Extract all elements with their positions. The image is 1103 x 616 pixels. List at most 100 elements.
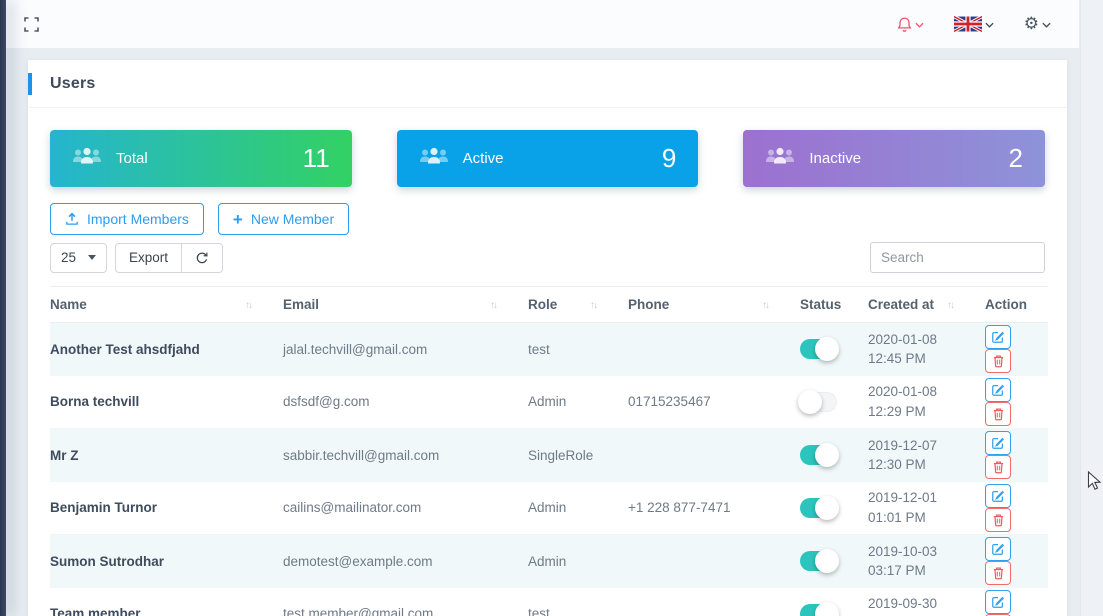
users-table: Name↑↓Email↑↓Role↑↓Phone↑↓StatusCreated … (50, 286, 1048, 616)
user-phone-cell (628, 323, 800, 376)
content-card: Users (28, 60, 1067, 616)
user-name-cell: Team member (50, 588, 283, 616)
user-status-cell (800, 535, 868, 588)
created-date: 2019-12-01 (868, 488, 977, 508)
uk-flag-icon (954, 16, 982, 32)
edit-button[interactable] (985, 431, 1011, 455)
created-time: 12:45 PM (868, 349, 977, 369)
user-email-cell: cailins@mailinator.com (283, 482, 528, 535)
status-toggle[interactable] (800, 498, 837, 518)
edit-button[interactable] (985, 325, 1011, 349)
created-at-cell: 2019-09-3004:08 PM (868, 588, 985, 616)
user-role-cell: Admin (528, 482, 628, 535)
delete-button[interactable] (985, 402, 1011, 426)
toggle-knob (815, 602, 839, 616)
right-scroll-strip[interactable] (1080, 0, 1103, 616)
fullscreen-icon[interactable] (24, 17, 39, 32)
edit-button[interactable] (985, 484, 1011, 508)
trash-icon (992, 566, 1005, 580)
sort-icon[interactable]: ↑↓ (245, 300, 251, 311)
column-label: Created at (868, 297, 934, 312)
delete-button[interactable] (985, 349, 1011, 373)
user-role-cell: test (528, 323, 628, 376)
column-header-phone[interactable]: Phone ↑↓ (628, 287, 800, 323)
page-header: Users (28, 60, 1067, 108)
created-date: 2019-10-03 (868, 542, 977, 562)
new-member-button[interactable]: + New Member (218, 203, 349, 235)
import-members-button[interactable]: Import Members (50, 203, 204, 235)
settings-menu[interactable]: ⚙ (1024, 15, 1051, 33)
user-status-cell (800, 588, 868, 616)
upload-icon (65, 212, 79, 226)
user-phone-cell (628, 588, 800, 616)
trash-icon (992, 513, 1005, 527)
user-phone-cell (628, 429, 800, 482)
edit-button[interactable] (985, 537, 1011, 561)
collapsed-sidebar-edge (0, 0, 6, 616)
status-toggle[interactable] (800, 339, 837, 359)
export-button-group: Export (115, 243, 223, 273)
stat-value: 11 (303, 143, 330, 174)
user-email-cell: test.member@gmail.com (283, 588, 528, 616)
status-toggle[interactable] (800, 445, 837, 465)
created-time: 12:29 PM (868, 402, 977, 422)
new-member-label: New Member (251, 211, 334, 227)
delete-button[interactable] (985, 455, 1011, 479)
search-input[interactable] (870, 242, 1045, 273)
user-email-cell: jalal.techvill@gmail.com (283, 323, 528, 376)
edit-pencil-icon (991, 595, 1005, 609)
page-title: Users (50, 75, 1067, 93)
action-cell (985, 588, 1048, 616)
stats-row: Total 11 (50, 130, 1045, 187)
table-row: Mr Zsabbir.techvill@gmail.comSingleRole2… (50, 429, 1048, 482)
edit-button[interactable] (985, 378, 1011, 402)
stat-card-inactive: Inactive 2 (743, 130, 1045, 187)
delete-button[interactable] (985, 561, 1011, 585)
sort-icon[interactable]: ↑↓ (590, 300, 596, 311)
caret-down-icon (88, 255, 96, 260)
users-group-icon (72, 147, 102, 171)
sort-icon[interactable]: ↑↓ (490, 300, 496, 311)
user-name-cell: Mr Z (50, 429, 283, 482)
edit-pencil-icon (991, 542, 1005, 556)
plus-icon: + (233, 211, 243, 228)
sort-icon[interactable]: ↑↓ (947, 300, 953, 311)
title-accent-bar (28, 73, 32, 95)
table-row: Borna techvilldsfsdf@g.comAdmin017152354… (50, 376, 1048, 429)
user-phone-cell: 01715235467 (628, 376, 800, 429)
status-toggle[interactable] (800, 604, 837, 616)
created-at-cell: 2020-01-0812:29 PM (868, 376, 985, 429)
notifications-menu[interactable] (897, 15, 924, 33)
page-size-select[interactable]: 25 (50, 243, 107, 273)
user-name-cell: Sumon Sutrodhar (50, 535, 283, 588)
column-label: Phone (628, 297, 669, 312)
created-date: 2020-01-08 (868, 382, 977, 402)
delete-button[interactable] (985, 508, 1011, 532)
user-role-cell: Admin (528, 535, 628, 588)
sort-icon[interactable]: ↑↓ (762, 300, 768, 311)
user-name-cell: Borna techvill (50, 376, 283, 429)
created-time: 12:30 PM (868, 455, 977, 475)
table-row: Sumon Sutrodhardemotest@example.comAdmin… (50, 535, 1048, 588)
gear-icon: ⚙ (1024, 16, 1039, 33)
export-button[interactable]: Export (116, 244, 181, 272)
chevron-down-icon (915, 15, 924, 33)
column-header-email[interactable]: Email↑↓ (283, 287, 528, 323)
chevron-down-icon (1042, 15, 1051, 33)
user-status-cell (800, 323, 868, 376)
table-row: Benjamin Turnorcailins@mailinator.comAdm… (50, 482, 1048, 535)
column-header-created-at[interactable]: Created at ↑↓ (868, 287, 985, 323)
column-header-name[interactable]: Name↑↓ (50, 287, 283, 323)
status-toggle[interactable] (800, 551, 837, 571)
chevron-down-icon (985, 15, 994, 33)
table-row: Team membertest.member@gmail.comtest2019… (50, 588, 1048, 616)
table-row: Another Test ahsdfjahdjalal.techvill@gma… (50, 323, 1048, 376)
user-phone-cell (628, 535, 800, 588)
status-toggle[interactable] (800, 392, 837, 412)
bell-icon (897, 16, 912, 33)
edit-button[interactable] (985, 590, 1011, 614)
refresh-button[interactable] (181, 244, 222, 272)
language-menu[interactable] (954, 15, 994, 33)
column-header-role[interactable]: Role↑↓ (528, 287, 628, 323)
user-email-cell: dsfsdf@g.com (283, 376, 528, 429)
